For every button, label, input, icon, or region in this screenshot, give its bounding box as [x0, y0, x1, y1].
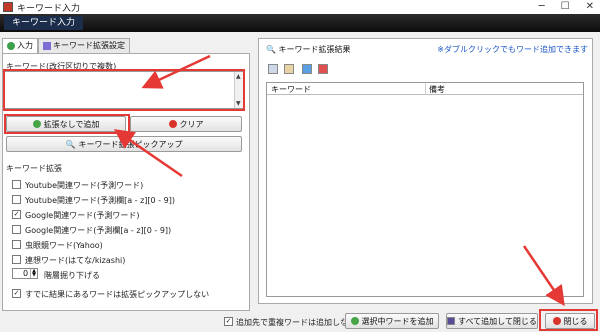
- option-checkbox[interactable]: [12, 255, 21, 264]
- add-icon: [350, 317, 359, 325]
- tab-input[interactable]: 入力: [2, 38, 38, 53]
- add-icon: [32, 120, 41, 128]
- skip-existing-checkbox[interactable]: ✓: [12, 289, 21, 298]
- no-duplicate-checkbox[interactable]: ✓: [224, 317, 233, 326]
- option-label: Youtube関連ワード(予測ワード): [25, 181, 144, 190]
- sort-icon[interactable]: [302, 64, 312, 74]
- tab-strip: 入力 キーワード拡張設定: [2, 38, 130, 53]
- export-icon[interactable]: [318, 64, 328, 74]
- results-title: 🔍 キーワード拡張結果: [266, 45, 351, 54]
- wrench-icon: [43, 42, 51, 50]
- app-icon: [3, 2, 13, 12]
- option-checkbox[interactable]: [12, 225, 21, 234]
- option-checkbox[interactable]: [12, 240, 21, 249]
- keyword-textarea[interactable]: ▲ ▼: [4, 71, 244, 109]
- textarea-scrollbar[interactable]: ▲ ▼: [234, 72, 243, 108]
- column-header-note[interactable]: 備考: [429, 84, 445, 95]
- scroll-down-icon[interactable]: ▼: [236, 100, 241, 107]
- table-header: キーワード 備考: [267, 83, 583, 95]
- magnifier-icon: 🔍: [65, 139, 76, 149]
- tab-keyword-expand-settings[interactable]: キーワード拡張設定: [38, 38, 130, 53]
- list-icon[interactable]: [268, 64, 278, 74]
- close-button[interactable]: 閉じる: [545, 313, 595, 329]
- maximize-icon[interactable]: ☐: [561, 0, 570, 14]
- skip-existing-label: すでに結果にあるワードは拡張ピックアップしない: [25, 290, 210, 299]
- add-selected-button[interactable]: 選択中ワードを追加: [345, 313, 439, 329]
- green-plus-icon: [7, 42, 15, 50]
- header-banner: キーワード入力: [0, 14, 600, 32]
- clear-button[interactable]: クリア: [130, 116, 242, 132]
- option-label: 虫眼鏡ワード(Yahoo): [25, 241, 103, 250]
- clear-icon: [168, 120, 177, 128]
- option-checkbox[interactable]: [12, 195, 21, 204]
- add-all-icon: [447, 317, 456, 325]
- close-window-icon[interactable]: ✕: [586, 0, 594, 14]
- banner-title: キーワード入力: [4, 16, 84, 30]
- option-label: 連想ワード(はてな/kizashi): [25, 256, 126, 265]
- spinner-arrows-icon[interactable]: ▲ ▼: [30, 269, 37, 278]
- results-table[interactable]: キーワード 備考: [266, 82, 584, 297]
- option-checkbox-checked[interactable]: ✓: [12, 210, 21, 219]
- results-hint: ※ダブルクリックでもワード追加できます: [437, 45, 588, 54]
- window-title: キーワード入力: [17, 3, 81, 14]
- add-without-expand-button[interactable]: 拡張なしで追加: [6, 116, 126, 132]
- add-all-close-button[interactable]: すべて追加して閉じる: [446, 313, 538, 329]
- keyword-expand-pickup-button[interactable]: 🔍 キーワード拡張ピックアップ: [6, 136, 242, 152]
- save-icon[interactable]: [284, 64, 294, 74]
- no-duplicate-label: 追加先で重複ワードは追加しない: [236, 318, 356, 327]
- option-label: Youtube関連ワード(予測欄[a - z][0 - 9]): [25, 196, 175, 205]
- column-header-keyword[interactable]: キーワード: [271, 84, 311, 95]
- depth-spinner[interactable]: 0 ▲ ▼: [12, 268, 38, 279]
- close-icon: [552, 317, 561, 325]
- window-titlebar: キーワード入力 ─ ☐ ✕: [0, 0, 600, 14]
- expand-section-label: キーワード拡張: [6, 164, 62, 173]
- option-label: Google関連ワード(予測欄[a - z][0 - 9]): [25, 226, 172, 235]
- option-label: Google関連ワード(予測ワード): [25, 211, 140, 220]
- scroll-up-icon[interactable]: ▲: [236, 73, 241, 80]
- depth-label: 階層掘り下げる: [44, 271, 100, 280]
- minimize-icon[interactable]: ─: [539, 0, 545, 14]
- option-checkbox[interactable]: [12, 180, 21, 189]
- depth-value: 0: [23, 269, 29, 278]
